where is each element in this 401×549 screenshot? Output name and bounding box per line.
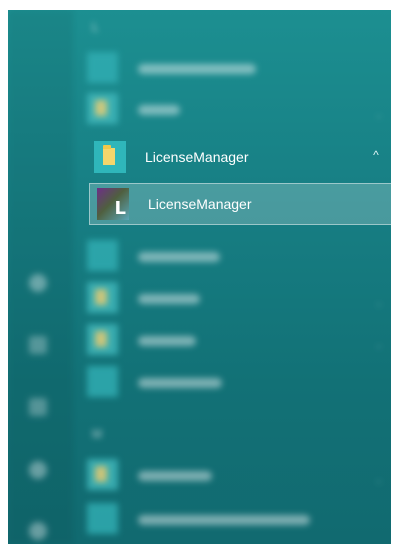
license-manager-folder-label: LicenseManager xyxy=(145,149,249,165)
app-icon-letter: L xyxy=(114,198,126,219)
folder-icon xyxy=(95,466,107,482)
section-header-letter: M xyxy=(92,427,102,441)
folder-list-item-tile[interactable] xyxy=(87,324,118,355)
app-list-item-tile[interactable] xyxy=(87,52,118,83)
start-menu-panel: L ⌄ LicenseManager ^ L LicenseManager ⌄ … xyxy=(8,10,391,544)
license-manager-folder-row[interactable]: LicenseManager ^ xyxy=(87,135,391,179)
documents-icon[interactable] xyxy=(29,336,47,354)
app-list-item-tile[interactable] xyxy=(87,503,118,534)
app-list-item-text xyxy=(138,252,220,262)
folder-list-item-text xyxy=(138,336,196,346)
folder-list-item-tile[interactable] xyxy=(87,282,118,313)
folder-icon xyxy=(95,331,107,347)
app-list-item-text xyxy=(138,515,310,525)
settings-icon[interactable] xyxy=(29,461,47,479)
folder-list-item-text xyxy=(138,105,180,115)
license-manager-app-icon: L xyxy=(97,188,129,220)
folder-icon xyxy=(103,145,115,165)
pictures-icon[interactable] xyxy=(29,398,47,416)
folder-icon xyxy=(95,100,107,116)
screenshot-frame: L ⌄ LicenseManager ^ L LicenseManager ⌄ … xyxy=(0,0,401,549)
section-header-letter: L xyxy=(92,20,99,34)
app-list-item-text xyxy=(138,64,256,74)
left-navigation-rail xyxy=(8,10,73,544)
license-manager-app-label: LicenseManager xyxy=(148,196,252,212)
folder-icon xyxy=(95,289,107,305)
app-list-item-tile[interactable] xyxy=(87,240,118,271)
license-manager-app-row[interactable]: L LicenseManager xyxy=(89,183,391,225)
chevron-down-icon[interactable]: ⌄ xyxy=(375,341,383,351)
folder-icon-tile xyxy=(94,141,126,173)
folder-list-item-tile[interactable] xyxy=(87,459,118,490)
app-list-item-tile[interactable] xyxy=(87,366,118,397)
user-avatar-icon[interactable] xyxy=(29,274,47,292)
folder-list-item-text xyxy=(138,471,212,481)
app-list-item-text xyxy=(138,378,222,388)
chevron-down-icon[interactable]: ⌄ xyxy=(375,476,383,486)
folder-list-item-text xyxy=(138,294,200,304)
chevron-down-icon[interactable]: ⌄ xyxy=(375,299,383,309)
power-icon[interactable] xyxy=(29,522,47,540)
chevron-down-icon[interactable]: ⌄ xyxy=(375,111,383,121)
chevron-up-icon[interactable]: ^ xyxy=(371,149,381,161)
folder-list-item-tile[interactable] xyxy=(87,93,118,124)
